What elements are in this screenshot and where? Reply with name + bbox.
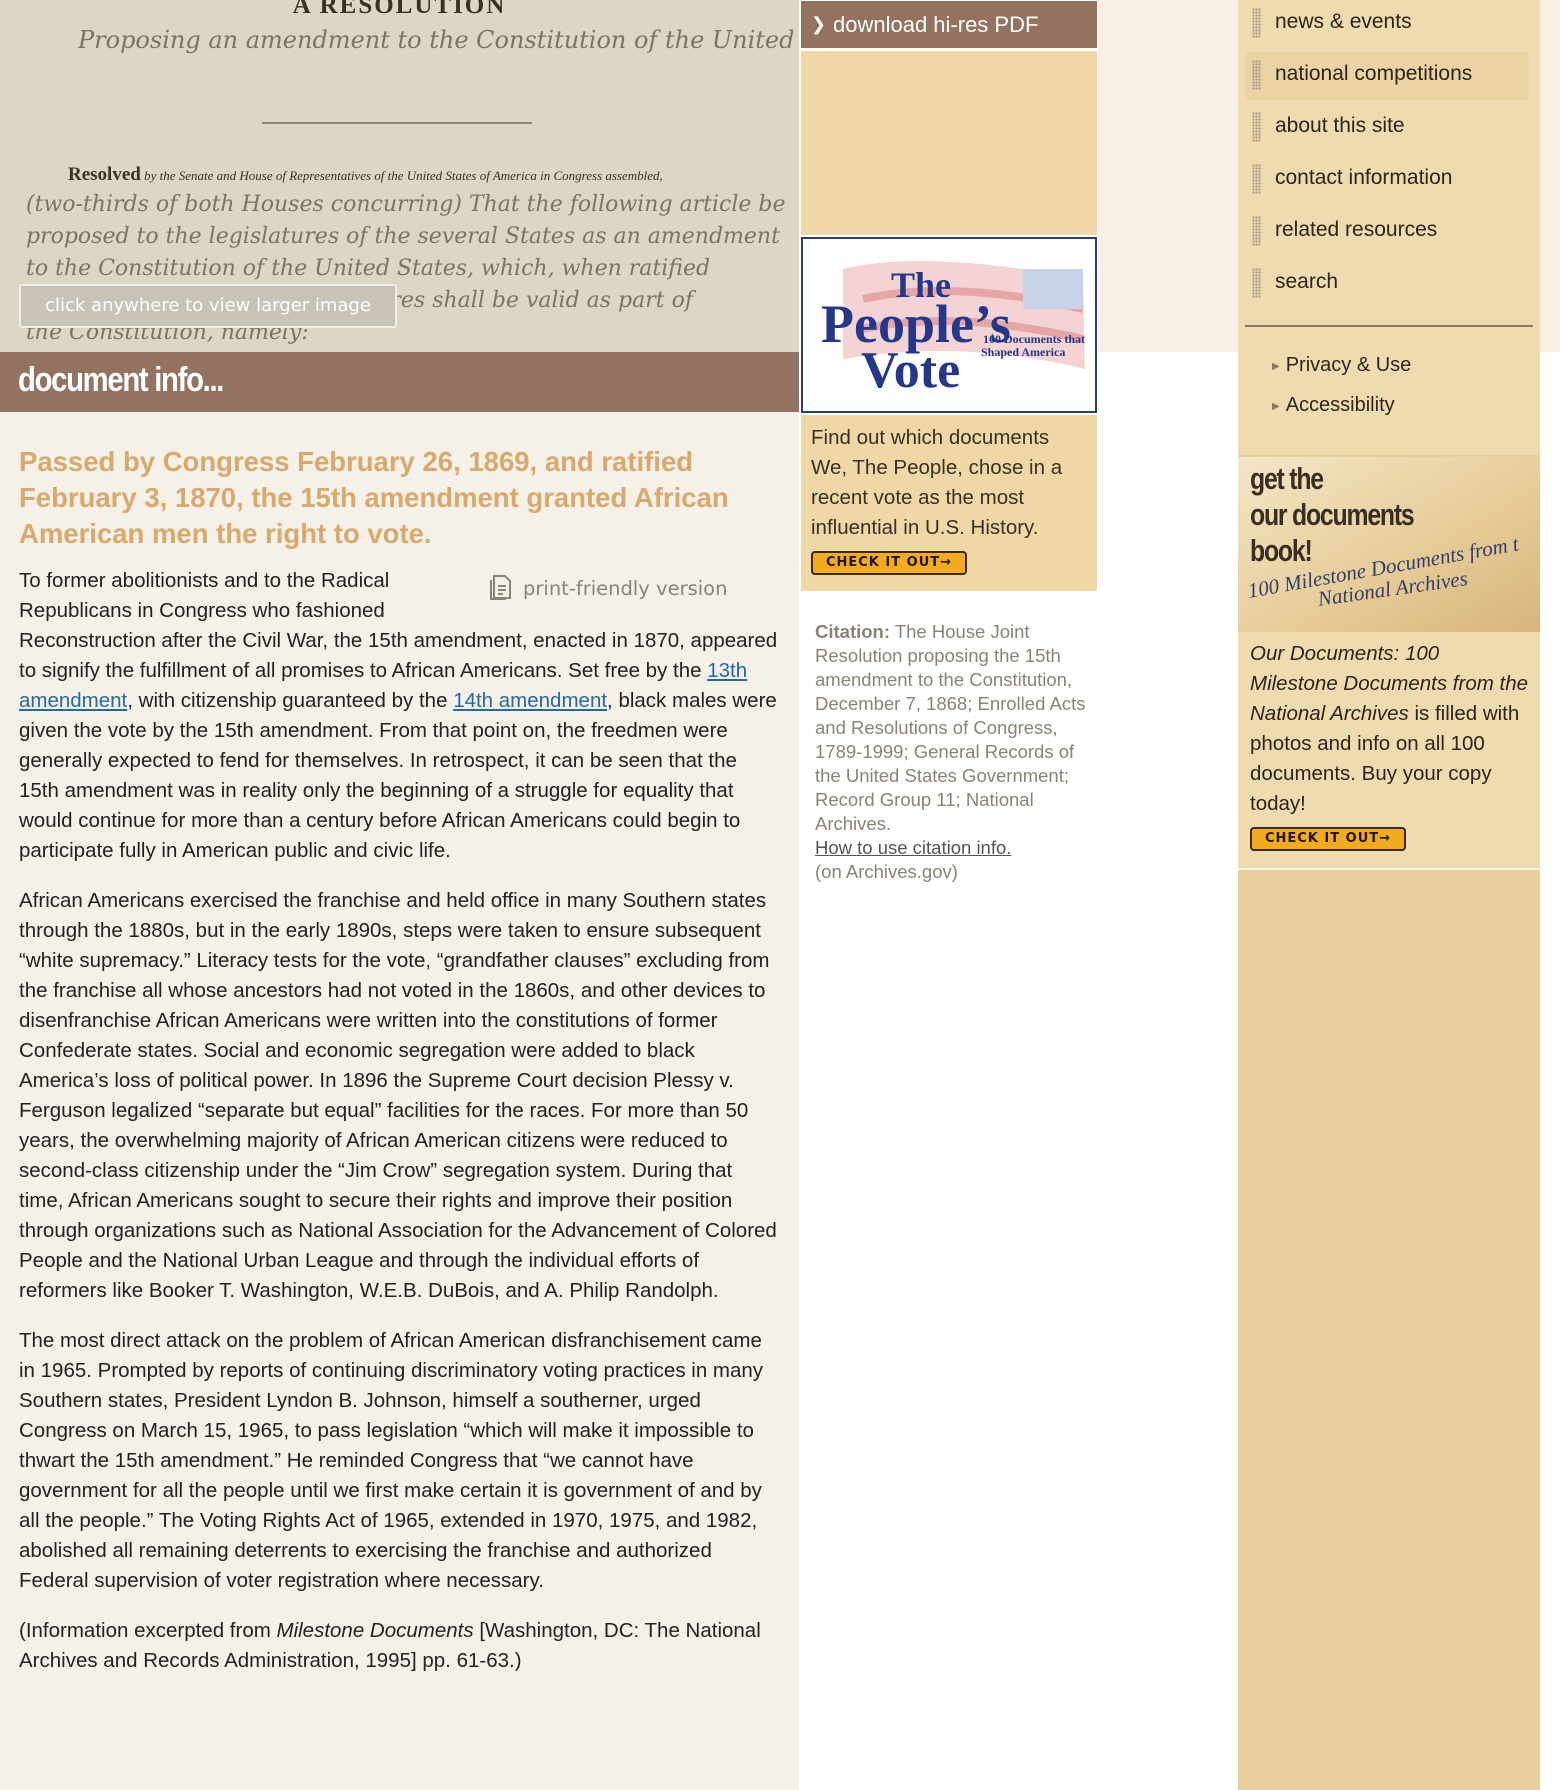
- document-headline: Passed by Congress February 26, 1869, an…: [19, 446, 729, 549]
- document-heading: A RESOLUTION: [292, 0, 507, 19]
- nav-item-contact[interactable]: contact information: [1246, 156, 1529, 204]
- book-promo-text: Our Documents: 100 Milestone Documents f…: [1250, 639, 1530, 819]
- paragraph-2: African Americans exercised the franchis…: [19, 889, 777, 1302]
- nav-item-news-events[interactable]: news & events: [1246, 0, 1529, 48]
- nav-item-label: news & events: [1275, 10, 1412, 33]
- citation-suffix: (on Archives.gov): [815, 861, 958, 882]
- book-promo-banner[interactable]: get the our documents book! 100 Mileston…: [1238, 457, 1540, 632]
- peoples-vote-logo[interactable]: The People’s Vote 100 Documents that Sha…: [801, 237, 1097, 413]
- handwriting-line: (two-thirds of both Houses concurring) T…: [26, 192, 786, 217]
- nav-divider: [1245, 325, 1533, 327]
- nav-item-search[interactable]: search: [1246, 260, 1529, 308]
- document-image[interactable]: A RESOLUTION Proposing an amendment to t…: [0, 0, 799, 352]
- resolved-word: Resolved: [68, 164, 141, 185]
- nav-item-related-resources[interactable]: related resources: [1246, 208, 1529, 256]
- print-friendly-label: print-friendly version: [523, 577, 728, 600]
- grip-icon: [1252, 8, 1261, 38]
- promo-text: Find out which documents We, The People,…: [811, 426, 1063, 539]
- view-larger-image-label[interactable]: click anywhere to view larger image: [19, 284, 397, 328]
- download-pdf-button[interactable]: ❯ download hi-res PDF: [801, 1, 1097, 48]
- grip-icon: [1252, 60, 1261, 90]
- citation-help-link[interactable]: How to use citation info.: [815, 837, 1011, 858]
- resolved-text: by the Senate and House of Representativ…: [144, 168, 663, 183]
- peoples-vote-promo: Find out which documents We, The People,…: [801, 415, 1097, 591]
- nav-item-label: about this site: [1275, 114, 1405, 137]
- peoples-vote-logo-art: The People’s Vote 100 Documents that Sha…: [821, 261, 1085, 399]
- chevron-right-icon: ❯: [811, 14, 827, 34]
- book-promo: Our Documents: 100 Milestone Documents f…: [1238, 632, 1540, 870]
- book-banner-line-1: get the: [1250, 461, 1324, 496]
- book-banner-line-2: our documents: [1250, 497, 1415, 532]
- nav-item-label: related resources: [1275, 218, 1438, 241]
- grip-icon: [1252, 216, 1261, 246]
- triangle-right-icon: ▶: [1272, 401, 1280, 412]
- nav-item-national-competitions[interactable]: national competitions: [1246, 52, 1529, 100]
- source-title: Milestone Documents: [276, 1619, 474, 1642]
- grip-icon: [1252, 112, 1261, 142]
- document-info-title: document info...: [18, 361, 224, 399]
- document-rule: [262, 122, 532, 124]
- logo-tagline-1: 100 Documents that: [983, 332, 1085, 346]
- paragraph-1: print-friendly version To former abolitio…: [19, 566, 781, 866]
- book-banner-line-3: book!: [1250, 533, 1313, 568]
- book-check-it-out-button[interactable]: CHECK IT OUT→: [1250, 827, 1406, 851]
- nav-item-label: contact information: [1275, 166, 1453, 189]
- print-friendly-link[interactable]: print-friendly version: [489, 574, 759, 600]
- nav-item-label: search: [1275, 270, 1339, 293]
- source-text-a: (Information excerpted from: [19, 1619, 277, 1642]
- nav-item-about[interactable]: about this site: [1246, 104, 1529, 152]
- grip-icon: [1252, 268, 1261, 298]
- citation-block: Citation: The House Joint Resolution pro…: [815, 620, 1087, 884]
- document-description: Passed by Congress February 26, 1869, an…: [0, 412, 799, 1790]
- logo-vote: Vote: [861, 342, 960, 399]
- download-pdf-label: download hi-res PDF: [833, 12, 1039, 37]
- tan-spacer-panel: [801, 51, 1097, 235]
- citation-label: Citation:: [815, 621, 891, 642]
- handwriting-line: to the Constitution of the United States…: [26, 256, 711, 281]
- paragraph-3: The most direct attack on the problem of…: [19, 1329, 764, 1592]
- grip-icon: [1252, 164, 1261, 194]
- middle-column: ❯ download hi-res PDF The People’s Vote …: [800, 0, 1098, 1790]
- document-resolved-line: Resolved by the Senate and House of Repr…: [68, 164, 663, 186]
- privacy-label: Privacy & Use: [1285, 354, 1412, 376]
- privacy-link[interactable]: ▶ Privacy & Use: [1272, 354, 1411, 377]
- check-it-out-button[interactable]: CHECK IT OUT→: [811, 551, 967, 575]
- document-script-line: Proposing an amendment to the Constituti…: [78, 26, 793, 54]
- logo-tagline-2: Shaped America: [981, 345, 1065, 359]
- accessibility-label: Accessibility: [1285, 394, 1395, 416]
- paragraph-4: (Information excerpted from Milestone Do…: [19, 1616, 781, 1676]
- handwriting-line: proposed to the legislatures of the seve…: [26, 224, 780, 249]
- paragraph-1-text-b: , with citizenship guaranteed by the: [127, 689, 454, 712]
- print-icon: [490, 575, 511, 600]
- triangle-right-icon: ▶: [1272, 361, 1280, 372]
- nav-item-label: national competitions: [1275, 62, 1473, 85]
- accessibility-link[interactable]: ▶ Accessibility: [1272, 394, 1395, 417]
- 14th-amendment-link[interactable]: 14th amendment: [453, 689, 607, 712]
- paragraph-1-text-c: , black males were given the vote by the…: [19, 689, 777, 862]
- site-navigation: news & events national competitions abou…: [1238, 0, 1540, 455]
- citation-text: The House Joint Resolution proposing the…: [815, 621, 1086, 834]
- document-info-bar: document info...: [0, 352, 799, 412]
